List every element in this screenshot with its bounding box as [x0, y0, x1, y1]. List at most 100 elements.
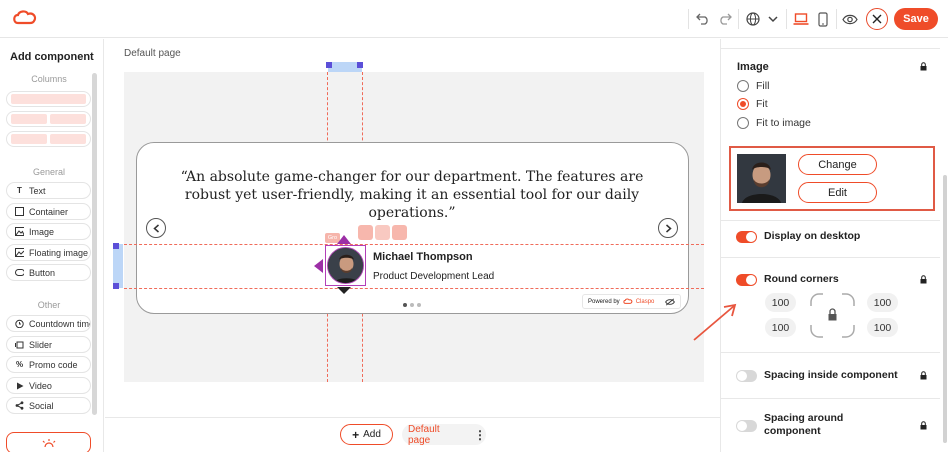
selected-image-outline: [325, 245, 366, 286]
component-button[interactable]: Button: [6, 264, 91, 281]
powered-by-badge: Powered by Claspo: [582, 294, 681, 309]
page-tab-default[interactable]: Default page ⋮: [402, 424, 486, 446]
claspo-logo-icon: [623, 298, 633, 304]
move-left-handle[interactable]: [314, 259, 323, 273]
testimonial-quote[interactable]: “An absolute game-changer for our depart…: [172, 168, 652, 222]
slider-next-button[interactable]: [658, 218, 678, 238]
fit-option-fit-to-image[interactable]: Fit to image: [737, 117, 811, 129]
round-corners-toggle[interactable]: [736, 274, 757, 286]
component-slider[interactable]: Slider: [6, 336, 91, 353]
person-role[interactable]: Product Development Lead: [373, 271, 494, 282]
more-vertical-icon[interactable]: ⋮: [474, 429, 486, 441]
right-panel-scrollbar[interactable]: [943, 175, 947, 443]
component-image[interactable]: Image: [6, 223, 91, 240]
component-countdown-timer[interactable]: Countdown timer: [6, 315, 91, 332]
claspo-logo-icon[interactable]: [12, 9, 38, 30]
mobile-icon[interactable]: [812, 8, 834, 30]
save-button[interactable]: Save: [894, 8, 938, 30]
pagination-dot[interactable]: [410, 303, 414, 307]
columns-3-option[interactable]: [6, 131, 91, 147]
component-promo-code[interactable]: % Promo code: [6, 356, 91, 373]
display-desktop-label: Display on desktop: [764, 230, 861, 242]
align-tool-icon[interactable]: [358, 225, 373, 240]
lock-icon: [920, 371, 927, 380]
canvas-page-label: Default page: [124, 48, 181, 59]
divider: [721, 352, 940, 353]
layers-tool-icon[interactable]: [392, 225, 407, 240]
slider-pagination: [403, 303, 421, 307]
radio-selected-icon[interactable]: [737, 98, 749, 110]
component-video[interactable]: Video: [6, 377, 91, 394]
pagination-dot[interactable]: [417, 303, 421, 307]
move-down-handle[interactable]: [337, 287, 351, 294]
fit-option-fill[interactable]: Fill: [737, 80, 769, 92]
image-icon: [15, 227, 24, 236]
text-icon: T: [17, 186, 22, 195]
close-icon[interactable]: [866, 8, 888, 30]
eye-icon[interactable]: [839, 8, 861, 30]
change-image-button[interactable]: Change: [798, 154, 877, 175]
radio-icon[interactable]: [737, 80, 749, 92]
redo-icon[interactable]: [714, 8, 736, 30]
add-component-title: Add component: [10, 51, 94, 63]
guide-horizontal-bottom: [124, 288, 704, 289]
component-floating-image[interactable]: Floating image: [6, 244, 91, 261]
fit-option-fit[interactable]: Fit: [737, 98, 768, 110]
teaser-component-button[interactable]: [6, 432, 91, 452]
eye-off-icon: [665, 298, 676, 305]
radio-icon[interactable]: [737, 117, 749, 129]
selection-handle-left[interactable]: [113, 244, 123, 288]
desktop-icon[interactable]: [790, 8, 812, 30]
corner-top-right-input[interactable]: 100: [867, 293, 898, 312]
element-toolbar: [358, 225, 407, 240]
component-container[interactable]: Container: [6, 203, 91, 220]
person-name[interactable]: Michael Thompson: [373, 251, 473, 263]
edit-image-button[interactable]: Edit: [798, 182, 877, 203]
spacing-around-toggle[interactable]: [736, 420, 757, 432]
component-social[interactable]: Social: [6, 397, 91, 414]
lock-icon: [920, 421, 927, 430]
settings-tool-icon[interactable]: [375, 225, 390, 240]
section-general: General: [32, 167, 66, 177]
slider-prev-button[interactable]: [146, 218, 166, 238]
divider: [721, 48, 940, 49]
add-page-button[interactable]: + Add: [340, 424, 393, 445]
image-section-title: Image: [737, 61, 769, 73]
corner-link-lock[interactable]: [809, 292, 856, 339]
left-panel-scrollbar[interactable]: [92, 73, 97, 415]
guide-horizontal-top: [124, 244, 704, 245]
image-thumbnail: [737, 154, 786, 203]
resize-handle[interactable]: [113, 243, 119, 249]
percent-icon: %: [15, 360, 24, 369]
plus-icon: +: [352, 427, 360, 442]
round-corners-label: Round corners: [764, 273, 839, 285]
component-text[interactable]: T Text: [6, 182, 91, 199]
corner-bottom-left-input[interactable]: 100: [765, 318, 796, 337]
pagination-dot[interactable]: [403, 303, 407, 307]
spacing-inside-toggle[interactable]: [736, 370, 757, 382]
lamp-icon: [42, 439, 55, 448]
columns-2-option[interactable]: [6, 111, 91, 127]
globe-icon[interactable]: [742, 8, 764, 30]
undo-icon[interactable]: [692, 8, 714, 30]
columns-1-option[interactable]: [6, 91, 91, 107]
corner-top-left-input[interactable]: 100: [765, 293, 796, 312]
section-columns: Columns: [31, 74, 67, 84]
lock-icon: [920, 275, 927, 284]
spacing-around-label: Spacing around component: [764, 412, 844, 437]
section-other: Other: [37, 300, 61, 310]
top-bar: Save: [0, 0, 948, 38]
container-icon: [15, 207, 24, 216]
separator: [836, 9, 837, 29]
chevron-right-icon: [665, 223, 672, 233]
separator: [786, 9, 787, 29]
resize-handle[interactable]: [357, 62, 363, 68]
resize-handle[interactable]: [326, 62, 332, 68]
move-up-handle[interactable]: [337, 235, 351, 244]
resize-handle[interactable]: [113, 283, 119, 289]
display-desktop-toggle[interactable]: [736, 231, 757, 243]
annotation-arrow-icon: [693, 303, 737, 341]
share-icon: [15, 401, 24, 410]
chevron-down-icon[interactable]: [762, 8, 784, 30]
corner-bottom-right-input[interactable]: 100: [867, 318, 898, 337]
